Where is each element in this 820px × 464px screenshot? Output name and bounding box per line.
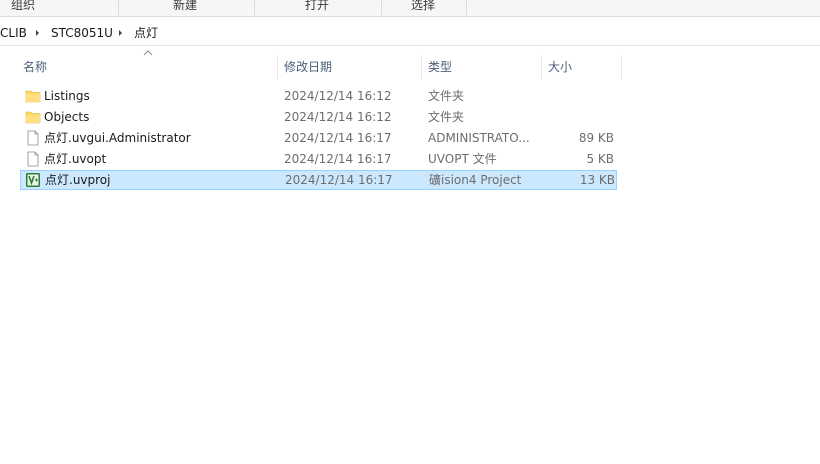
file-name: 点灯.uvopt bbox=[44, 152, 107, 166]
ribbon-divider bbox=[466, 0, 467, 15]
file-icon bbox=[27, 151, 39, 167]
file-icon bbox=[27, 130, 39, 146]
file-size bbox=[540, 107, 614, 127]
file-date: 2024/12/14 16:12 bbox=[284, 110, 392, 124]
column-divider[interactable] bbox=[277, 55, 278, 79]
file-row[interactable]: 点灯.uvgui.Administrator 2024/12/14 16:17 … bbox=[20, 128, 617, 148]
file-name: 点灯.uvproj bbox=[45, 173, 111, 187]
file-row[interactable]: Listings 2024/12/14 16:12 文件夹 bbox=[20, 86, 617, 106]
file-explorer-window: 组织 新建 打开 选择 CLIB STC8051U 点灯 名称 修改日期 类型 … bbox=[0, 0, 820, 464]
column-divider[interactable] bbox=[621, 55, 622, 79]
file-date: 2024/12/14 16:17 bbox=[284, 131, 392, 145]
file-name: Objects bbox=[44, 110, 90, 124]
column-header-name[interactable]: 名称 bbox=[21, 55, 277, 79]
column-divider[interactable] bbox=[421, 55, 422, 79]
file-type: 礦ision4 Project bbox=[429, 173, 522, 187]
file-row[interactable]: Objects 2024/12/14 16:12 文件夹 bbox=[20, 107, 617, 127]
column-divider[interactable] bbox=[541, 55, 542, 79]
file-date: 2024/12/14 16:12 bbox=[284, 89, 392, 103]
ribbon-divider bbox=[118, 0, 119, 15]
file-type: ADMINISTRATO... bbox=[428, 131, 530, 145]
file-row-selected[interactable]: 点灯.uvproj 2024/12/14 16:17 礦ision4 Proje… bbox=[20, 170, 617, 190]
column-header-date[interactable]: 修改日期 bbox=[282, 55, 420, 79]
folder-icon bbox=[25, 90, 41, 103]
file-name: Listings bbox=[44, 89, 90, 103]
file-type: 文件夹 bbox=[428, 89, 465, 103]
folder-icon bbox=[25, 111, 41, 124]
ribbon-divider bbox=[381, 0, 382, 15]
ribbon-divider bbox=[254, 0, 255, 15]
file-size: 5 KB bbox=[586, 152, 614, 166]
ribbon-group-bar: 组织 新建 打开 选择 bbox=[0, 0, 820, 17]
column-header-size[interactable]: 大小 bbox=[546, 55, 620, 79]
file-size bbox=[540, 86, 614, 106]
keil-project-icon bbox=[26, 173, 40, 187]
column-header-type[interactable]: 类型 bbox=[426, 55, 540, 79]
file-row[interactable]: 点灯.uvopt 2024/12/14 16:17 UVOPT 文件 5 KB bbox=[20, 149, 617, 169]
file-date: 2024/12/14 16:17 bbox=[285, 173, 393, 187]
breadcrumb: CLIB STC8051U 点灯 bbox=[0, 21, 820, 46]
ribbon-group-open[interactable]: 打开 bbox=[284, 0, 350, 14]
breadcrumb-item-clib[interactable]: CLIB bbox=[0, 25, 27, 41]
file-size: 89 KB bbox=[578, 131, 614, 145]
file-type: UVOPT 文件 bbox=[428, 152, 497, 166]
file-type: 文件夹 bbox=[428, 110, 465, 124]
ribbon-group-select[interactable]: 选择 bbox=[392, 0, 454, 14]
file-name: 点灯.uvgui.Administrator bbox=[44, 131, 191, 145]
breadcrumb-item-current[interactable]: 点灯 bbox=[134, 25, 158, 41]
chevron-right-icon[interactable] bbox=[35, 25, 41, 41]
breadcrumb-item-stc8051u[interactable]: STC8051U bbox=[51, 25, 113, 41]
ribbon-group-organize[interactable]: 组织 bbox=[0, 0, 46, 14]
file-date: 2024/12/14 16:17 bbox=[284, 152, 392, 166]
file-size: 13 KB bbox=[579, 173, 615, 187]
chevron-right-icon[interactable] bbox=[118, 25, 124, 41]
ribbon-group-new[interactable]: 新建 bbox=[150, 0, 220, 14]
